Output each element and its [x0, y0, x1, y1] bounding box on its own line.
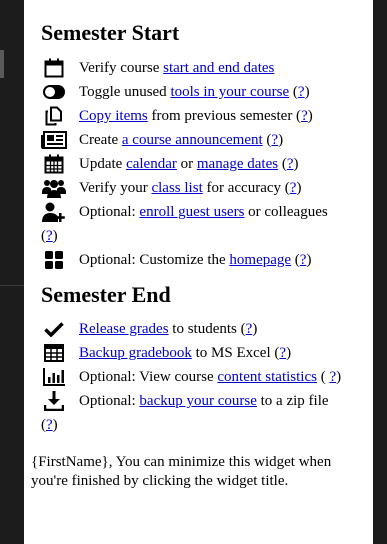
sidebar-divider [0, 285, 24, 286]
copy-icon [41, 106, 67, 126]
enroll-guest-users-link[interactable]: enroll guest users [139, 204, 244, 220]
semester-start-heading[interactable]: Semester Start [41, 20, 179, 46]
tools-link[interactable]: tools in your course [170, 84, 289, 100]
checklist-item-copy: Copy items from previous semester (?) [41, 104, 365, 128]
checklist-item-backup-gradebook: Backup gradebook to MS Excel (?) [41, 341, 365, 365]
sidebar-scroll-indicator [0, 50, 4, 78]
help-link[interactable]: ? [301, 108, 308, 124]
newspaper-icon [41, 130, 67, 150]
bar-chart-icon [41, 367, 67, 387]
calendar-grid-icon [41, 154, 67, 174]
homepage-link[interactable]: homepage [229, 252, 291, 268]
toggle-icon [41, 82, 67, 102]
table-icon [41, 343, 67, 363]
help-link[interactable]: ? [298, 84, 305, 100]
help-link[interactable]: ? [287, 156, 294, 172]
checklist-item-calendar: Update calendar or manage dates (?) [41, 152, 365, 176]
widgets-icon [41, 250, 67, 270]
checklist-item-tools: Toggle unused tools in your course (?) [41, 80, 365, 104]
download-icon [41, 391, 67, 411]
checklist-item-guest-users: Optional: enroll guest users or colleagu… [41, 200, 365, 224]
user-plus-icon [41, 202, 67, 222]
help-link[interactable]: ? [46, 228, 53, 244]
right-edge [373, 0, 387, 544]
copy-items-link[interactable]: Copy items [79, 108, 148, 124]
calendar-icon [41, 58, 67, 78]
minimize-note: {FirstName}, You can minimize this widge… [31, 454, 332, 489]
checklist-widget: Semester Start Verify course start and e… [24, 0, 373, 544]
class-list-link[interactable]: class list [151, 180, 202, 196]
checklist-item-release-grades: Release grades to students (?) [41, 317, 365, 341]
checkmark-icon [41, 319, 67, 339]
start-end-dates-link[interactable]: start and end dates [163, 60, 274, 76]
help-link[interactable]: ? [46, 417, 53, 433]
guest-users-help: (?) [41, 228, 58, 244]
release-grades-link[interactable]: Release grades [79, 321, 169, 337]
semester-end-heading[interactable]: Semester End [41, 282, 171, 308]
checklist-item-dates: Verify course start and end dates [41, 56, 365, 80]
checklist-item-announcement: Create a course announcement (?) [41, 128, 365, 152]
backup-course-link[interactable]: backup your course [139, 393, 256, 409]
content-statistics-link[interactable]: content statistics [217, 369, 317, 385]
calendar-link[interactable]: calendar [126, 156, 177, 172]
left-sidebar-edge [0, 0, 24, 544]
checklist-item-content-statistics: Optional: View course content statistics… [41, 365, 365, 389]
checklist-item-homepage: Optional: Customize the homepage (?) [41, 248, 365, 272]
announcement-link[interactable]: a course announcement [122, 132, 263, 148]
checklist-item-class-list: Verify your class list for accuracy (?) [41, 176, 365, 200]
manage-dates-link[interactable]: manage dates [197, 156, 278, 172]
backup-gradebook-link[interactable]: Backup gradebook [79, 345, 192, 361]
users-icon [41, 178, 67, 198]
backup-course-help: (?) [41, 417, 58, 433]
checklist-item-backup-course: Optional: backup your course to a zip fi… [41, 389, 365, 413]
